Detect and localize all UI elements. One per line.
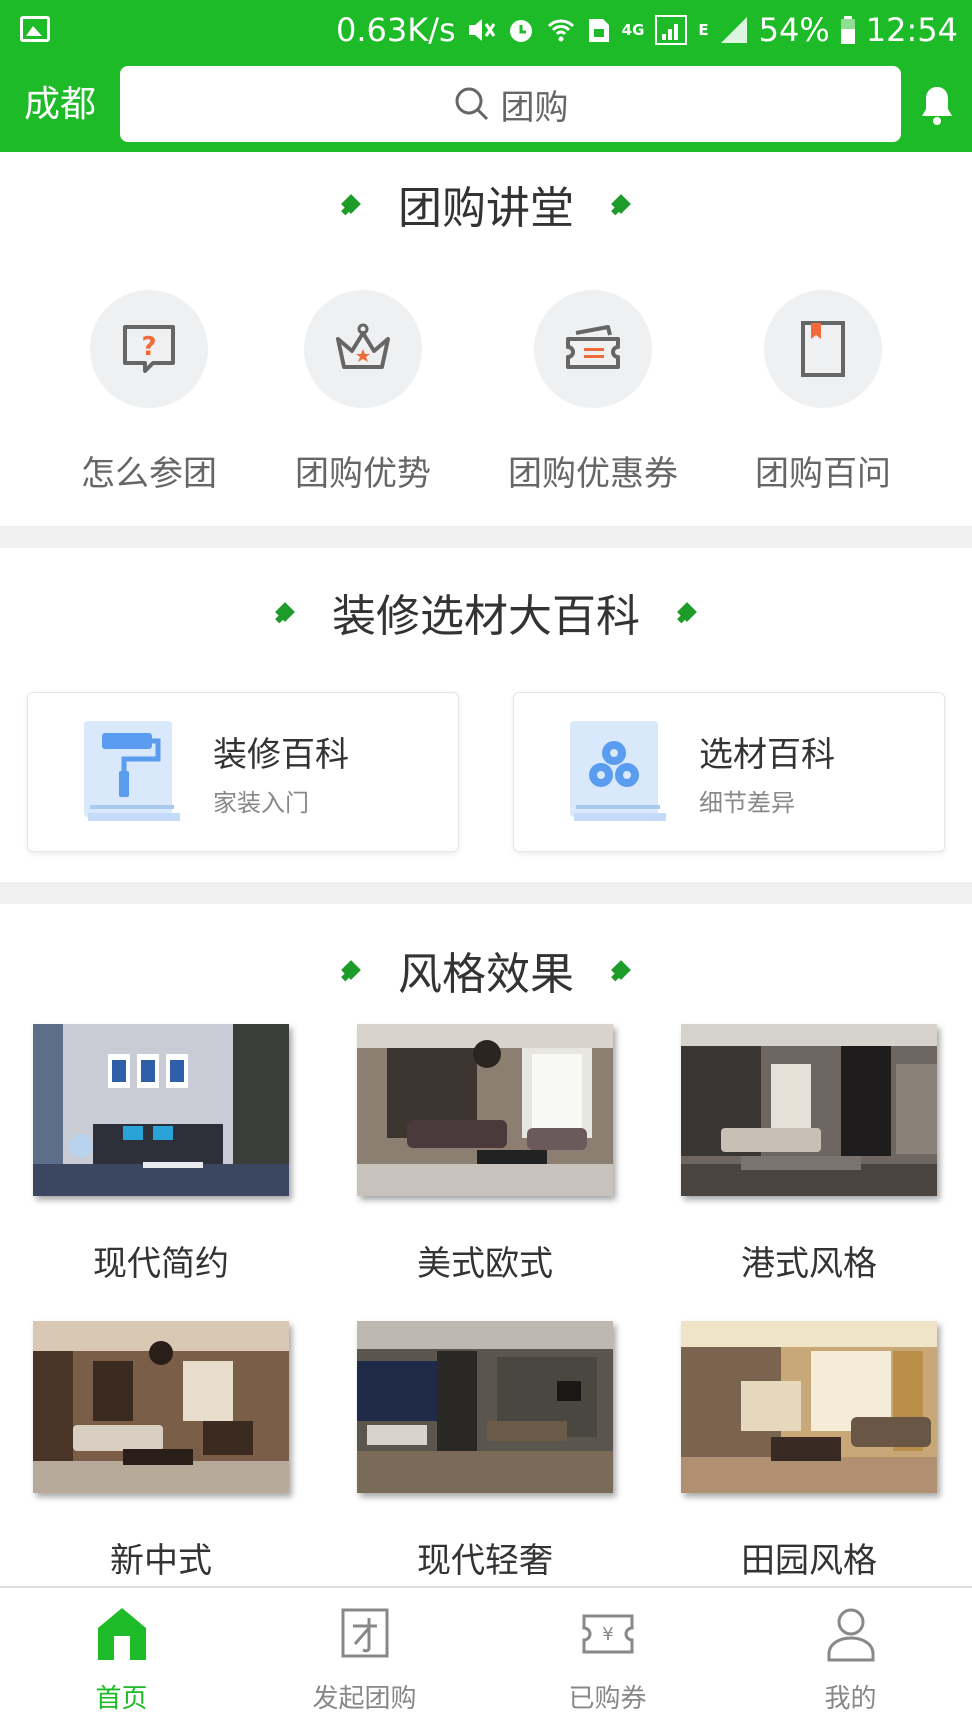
styles-section-title: 风格效果 xyxy=(0,938,972,1002)
signal-2-icon xyxy=(720,17,747,43)
lecture-title-text: 团购讲堂 xyxy=(398,183,574,234)
diamond-right-icon xyxy=(611,960,631,980)
styles-title-text: 风格效果 xyxy=(398,949,574,1000)
style-label: 美式欧式 xyxy=(417,1244,553,1284)
lecture-item-coupons[interactable]: 团购优惠券 xyxy=(493,290,693,495)
card-subtitle: 细节差异 xyxy=(699,789,795,817)
card-subtitle: 家装入门 xyxy=(213,789,309,817)
hongkong-style-room-image xyxy=(681,1024,937,1196)
encyclopedia-title-text: 装修选材大百科 xyxy=(332,591,640,642)
person-icon xyxy=(827,1608,875,1662)
coupon-icon xyxy=(566,325,620,369)
diamond-left-icon xyxy=(341,194,361,214)
battery-icon xyxy=(840,16,855,44)
lecture-item-how-to-join[interactable]: ? 怎么参团 xyxy=(49,290,249,495)
style-label: 现代简约 xyxy=(93,1244,229,1284)
lecture-item-faq[interactable]: 团购百问 xyxy=(723,290,923,495)
style-item-modern-luxury[interactable]: 现代轻奢 xyxy=(357,1321,613,1582)
tab-label: 发起团购 xyxy=(312,1684,417,1714)
style-item-modern-simple[interactable]: 现代简约 xyxy=(33,1024,289,1285)
crown-icon xyxy=(336,323,390,369)
tab-label: 我的 xyxy=(824,1684,877,1714)
tab-purchased-coupons[interactable]: ¥ 已购券 xyxy=(486,1588,729,1728)
diamond-left-icon xyxy=(341,960,361,980)
card-title: 选材百科 xyxy=(699,735,835,775)
lecture-icon-circle xyxy=(764,290,882,408)
new-chinese-room-image xyxy=(33,1321,289,1493)
lecture-icon-circle xyxy=(304,290,422,408)
style-item-american-european[interactable]: 美式欧式 xyxy=(357,1024,613,1285)
lecture-item-advantages[interactable]: 团购优势 xyxy=(263,290,463,495)
tab-launch-group[interactable]: 发起团购 xyxy=(243,1588,486,1728)
lecture-section-title: 团购讲堂 xyxy=(0,172,972,236)
material-rolls-icon xyxy=(570,721,666,821)
lecture-label: 团购优惠券 xyxy=(508,454,678,494)
lecture-label: 怎么参团 xyxy=(81,454,217,494)
clock: 12:54 xyxy=(865,11,958,49)
purchased-coupon-icon: ¥ xyxy=(582,1614,634,1654)
book-icon xyxy=(801,321,845,377)
search-icon xyxy=(455,87,488,121)
sim-icon xyxy=(588,19,609,42)
network-speed: 0.63K/s xyxy=(335,11,456,49)
decoration-encyclopedia-card[interactable]: 装修百科 家装入门 xyxy=(27,692,459,852)
material-encyclopedia-card[interactable]: 选材百科 细节差异 xyxy=(513,692,945,852)
section-divider xyxy=(0,882,972,904)
pastoral-room-image xyxy=(681,1321,937,1493)
signal-icon xyxy=(655,15,688,45)
tab-label: 已购券 xyxy=(568,1684,647,1714)
gallery-notification-icon xyxy=(20,16,50,42)
bell-icon[interactable] xyxy=(920,84,954,128)
modern-simple-room-image xyxy=(33,1024,289,1196)
svg-text:?: ? xyxy=(141,332,156,362)
style-label: 新中式 xyxy=(110,1541,212,1581)
style-item-pastoral[interactable]: 田园风格 xyxy=(681,1321,937,1582)
battery-percent: 54% xyxy=(758,11,830,49)
modern-luxury-room-image xyxy=(357,1321,613,1493)
bottom-tab-bar: 首页 发起团购 ¥ 已购券 我的 xyxy=(0,1586,972,1728)
network-type: 4G xyxy=(621,21,645,39)
search-input[interactable]: 团购 xyxy=(120,66,901,142)
question-bubble-icon: ? xyxy=(123,325,175,373)
section-divider xyxy=(0,526,972,548)
edge-indicator: E xyxy=(698,21,709,39)
card-title: 装修百科 xyxy=(213,735,349,775)
svg-text:¥: ¥ xyxy=(602,1624,613,1645)
top-header: 成都 团购 xyxy=(0,62,972,152)
american-european-room-image xyxy=(357,1024,613,1196)
style-item-hongkong[interactable]: 港式风格 xyxy=(681,1024,937,1285)
mute-icon xyxy=(468,19,495,41)
city-selector[interactable]: 成都 xyxy=(24,82,96,128)
style-label: 港式风格 xyxy=(741,1244,877,1284)
style-label: 田园风格 xyxy=(741,1541,877,1581)
status-bar: 0.63K/s 4G E 54% 12:54 xyxy=(0,0,972,62)
tab-home[interactable]: 首页 xyxy=(0,1588,243,1728)
lecture-label: 团购百问 xyxy=(755,454,891,494)
wifi-icon xyxy=(547,19,574,42)
home-icon xyxy=(98,1608,146,1660)
style-label: 现代轻奢 xyxy=(417,1541,553,1581)
lecture-label: 团购优势 xyxy=(295,454,431,494)
status-indicators: 0.63K/s 4G E 54% 12:54 xyxy=(336,10,958,50)
diamond-right-icon xyxy=(611,194,631,214)
diamond-left-icon xyxy=(275,602,295,622)
lecture-icon-circle: ? xyxy=(90,290,208,408)
encyclopedia-section-title: 装修选材大百科 xyxy=(0,580,972,644)
launch-group-icon xyxy=(341,1608,389,1658)
diamond-right-icon xyxy=(677,602,697,622)
alarm-icon xyxy=(509,20,532,42)
style-item-new-chinese[interactable]: 新中式 xyxy=(33,1321,289,1582)
tab-mine[interactable]: 我的 xyxy=(729,1588,972,1728)
tab-label: 首页 xyxy=(95,1684,148,1714)
paint-roller-icon xyxy=(84,721,180,821)
lecture-icon-circle xyxy=(534,290,652,408)
search-placeholder: 团购 xyxy=(500,87,569,128)
